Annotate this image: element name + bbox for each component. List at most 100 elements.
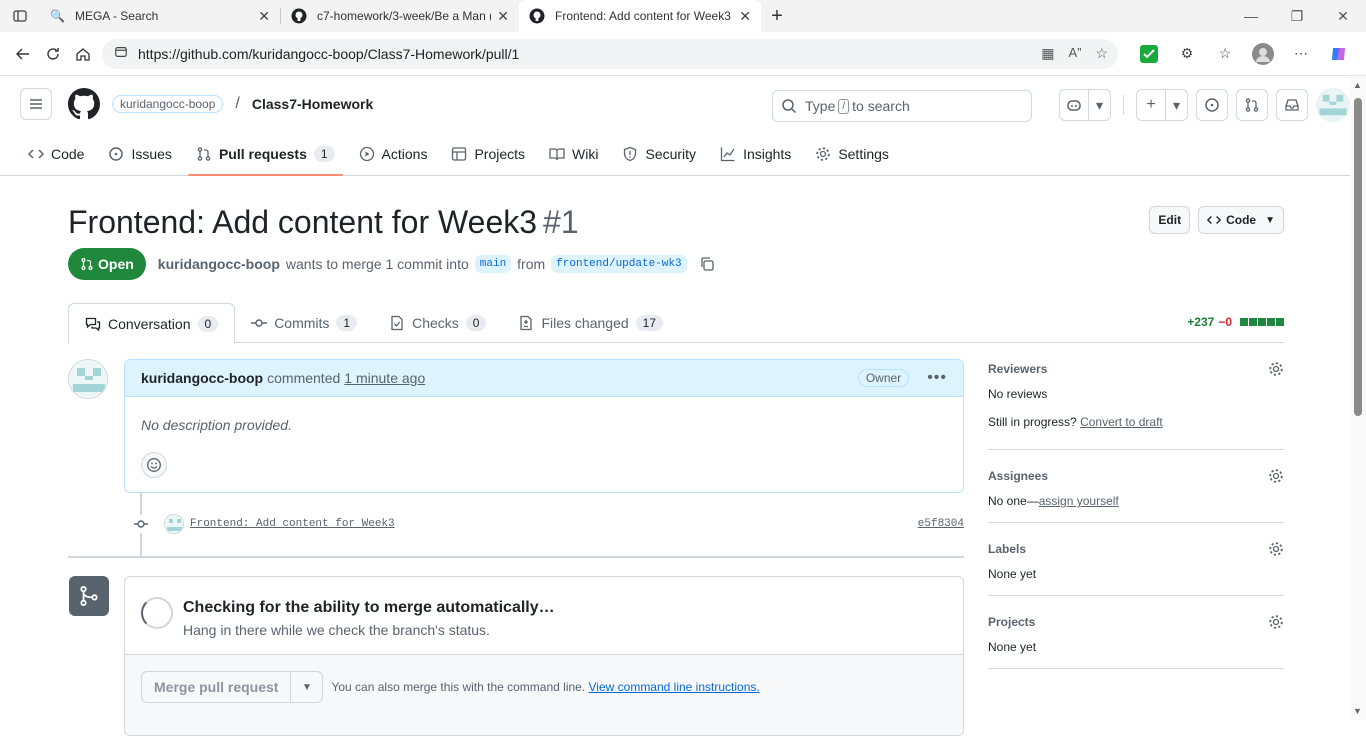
tab-title: MEGA - Search — [74, 9, 159, 23]
address-bar: https://github.com/kuridangocc-boop/Clas… — [0, 32, 1366, 76]
new-tab-icon[interactable]: + — [761, 0, 793, 32]
hamburger-menu-icon[interactable] — [20, 88, 52, 120]
extensions-puzzle-icon[interactable]: ⚙ — [1168, 38, 1206, 70]
tab-actions-icon[interactable] — [0, 0, 40, 32]
gear-icon[interactable] — [1268, 361, 1284, 380]
gear-icon[interactable] — [1268, 468, 1284, 487]
breadcrumb-repo[interactable]: Class7-Homework — [252, 96, 373, 112]
tab-settings[interactable]: Settings — [807, 132, 897, 176]
commit-author-avatar[interactable] — [164, 514, 184, 534]
merge-status-subtitle: Hang in there while we check the branch'… — [183, 622, 490, 638]
breadcrumb-owner[interactable]: kuridangocc-boop — [112, 95, 224, 113]
search-input[interactable]: Type / to search — [772, 90, 1032, 122]
browser-tab-pr[interactable]: Frontend: Add content for Week3 ✕ — [519, 0, 761, 32]
gear-icon — [815, 146, 831, 162]
commit-message-link[interactable]: Frontend: Add content for Week3 — [190, 518, 395, 530]
smiley-icon[interactable] — [141, 452, 167, 478]
merge-pull-request-button[interactable]: Merge pull request ▼ — [141, 671, 324, 703]
scroll-up-icon[interactable]: ▲ — [1353, 80, 1362, 90]
convert-to-draft-link[interactable]: Convert to draft — [1080, 415, 1163, 429]
page-scrollbar[interactable]: ▲ ▼ — [1350, 76, 1366, 720]
tab-actions[interactable]: Actions — [351, 132, 436, 176]
tab-issues[interactable]: Issues — [100, 132, 179, 176]
github-logo-icon[interactable] — [68, 88, 100, 120]
copilot-button[interactable]: ▾ — [1059, 89, 1111, 121]
search-icon — [781, 98, 797, 114]
minimize-icon[interactable]: — — [1228, 0, 1274, 32]
tab-wiki[interactable]: Wiki — [541, 132, 606, 176]
projects-heading[interactable]: Projects — [988, 612, 1284, 632]
browser-tab-homework[interactable]: c7-homework/3-week/Be a Man ( ✕ — [281, 0, 519, 32]
labels-value: None yet — [988, 567, 1037, 581]
extension-check-icon[interactable] — [1130, 38, 1168, 70]
favorites-icon[interactable]: ☆ — [1206, 38, 1244, 70]
url-text: https://github.com/kuridangocc-boop/Clas… — [138, 45, 520, 62]
chevron-down-icon[interactable]: ▾ — [1165, 90, 1187, 120]
copilot-icon[interactable] — [1320, 38, 1358, 70]
tab-projects[interactable]: Projects — [443, 132, 533, 176]
command-line-instructions-link[interactable]: View command line instructions. — [589, 680, 760, 694]
gear-icon[interactable] — [1268, 614, 1284, 633]
scrollbar-thumb[interactable] — [1354, 98, 1362, 416]
tab-label: Actions — [381, 146, 428, 162]
assignees-heading[interactable]: Assignees — [988, 466, 1284, 486]
chevron-down-icon[interactable]: ▼ — [290, 672, 322, 702]
progress-text: Still in progress? — [988, 415, 1077, 429]
tab-insights[interactable]: Insights — [712, 132, 799, 176]
lock-icon[interactable] — [114, 45, 128, 62]
commit-sha-link[interactable]: e5f8304 — [918, 518, 964, 530]
create-new-button[interactable]: + ▾ — [1136, 89, 1188, 121]
assign-yourself-link[interactable]: assign yourself — [1039, 494, 1119, 508]
home-icon[interactable] — [68, 38, 98, 70]
git-merge-icon — [69, 576, 109, 616]
back-icon[interactable] — [8, 38, 38, 70]
more-menu-icon[interactable]: ⋯ — [1282, 38, 1320, 70]
table-icon — [451, 146, 467, 162]
scroll-down-icon[interactable]: ▼ — [1353, 706, 1362, 716]
copilot-icon[interactable] — [1060, 90, 1088, 120]
restore-icon[interactable]: ❐ — [1274, 0, 1320, 32]
reviewers-heading[interactable]: Reviewers — [988, 359, 1284, 379]
issues-icon — [108, 146, 124, 162]
window-close-icon[interactable]: ✕ — [1320, 0, 1366, 32]
comment-timestamp[interactable]: 1 minute ago — [344, 370, 425, 386]
favorite-star-icon[interactable]: ☆ — [1095, 45, 1108, 62]
tab-label: Security — [645, 146, 697, 162]
close-icon[interactable]: ✕ — [497, 8, 509, 25]
tab-security[interactable]: Security — [614, 132, 704, 176]
browser-tab-mega[interactable]: 🔍 MEGA - Search ✕ — [40, 0, 280, 32]
plus-icon[interactable]: + — [1137, 90, 1165, 120]
chevron-down-icon[interactable]: ▾ — [1088, 90, 1110, 120]
labels-heading[interactable]: Labels — [988, 539, 1284, 559]
refresh-icon[interactable] — [38, 38, 68, 70]
search-suffix: to search — [852, 98, 910, 114]
tab-label: Wiki — [572, 146, 599, 162]
tab-label: Settings — [838, 146, 889, 162]
tab-title: c7-homework/3-week/Be a Man ( — [317, 9, 492, 23]
profile-icon[interactable] — [1244, 38, 1282, 70]
pull-requests-icon[interactable] — [1236, 89, 1268, 121]
conversation-area: kuridangocc-boop commented 1 minute ago … — [0, 176, 1350, 736]
issues-icon[interactable] — [1196, 89, 1228, 121]
assignees-value: No one— — [988, 494, 1039, 508]
tab-label: Insights — [743, 146, 792, 162]
close-icon[interactable]: ✕ — [258, 8, 270, 25]
read-aloud-icon[interactable]: A” — [1068, 45, 1081, 62]
book-icon — [549, 146, 565, 162]
app-available-icon[interactable]: ▦ — [1041, 45, 1054, 62]
avatar[interactable] — [68, 359, 108, 399]
kebab-menu-icon[interactable]: ••• — [927, 369, 947, 387]
tab-pull-requests[interactable]: Pull requests 1 — [187, 132, 343, 176]
tab-label: Issues — [131, 146, 172, 162]
tab-code[interactable]: Code — [20, 132, 92, 176]
loading-spinner-icon — [141, 597, 173, 629]
tab-label: Projects — [474, 146, 526, 162]
url-field[interactable]: https://github.com/kuridangocc-boop/Clas… — [102, 38, 1118, 69]
gear-icon[interactable] — [1268, 541, 1284, 560]
close-icon[interactable]: ✕ — [739, 8, 751, 25]
merge-hint: You can also merge this with the command… — [331, 680, 759, 694]
comment-author[interactable]: kuridangocc-boop — [141, 370, 263, 386]
merge-hint-text: You can also merge this with the command… — [331, 680, 586, 694]
user-avatar[interactable] — [1316, 88, 1350, 122]
inbox-icon[interactable] — [1276, 89, 1308, 121]
